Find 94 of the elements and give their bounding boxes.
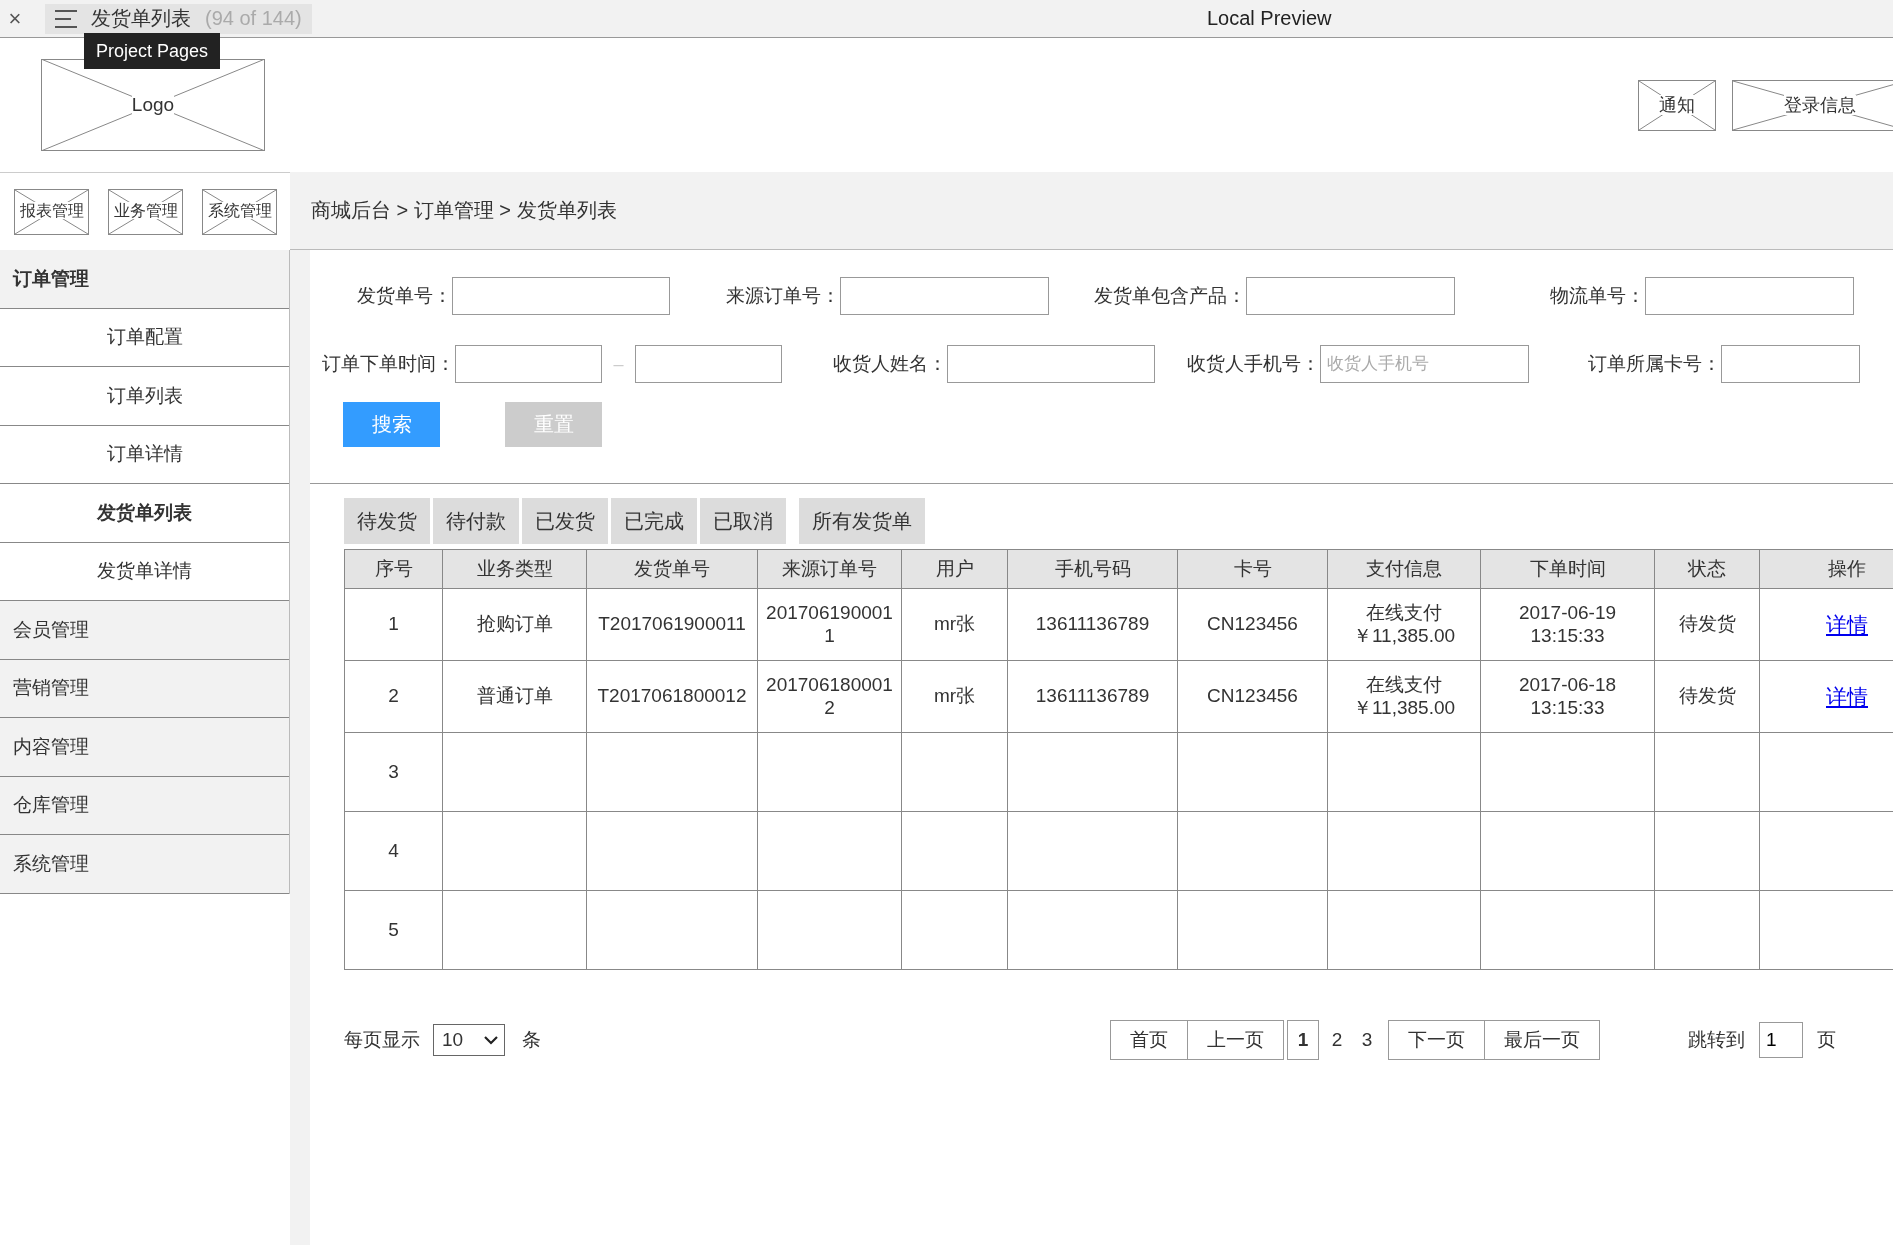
date-field[interactable] [455,345,602,383]
table-cell: CN123456 [1207,685,1298,707]
date-field[interactable] [635,345,782,383]
filter-label: 收货人姓名： [832,352,947,376]
breadcrumb: 商城后台 > 订单管理 > 发货单列表 [311,198,617,223]
page-unit: 页 [1817,1028,1836,1052]
sidebar-group[interactable]: 会员管理 [0,601,289,660]
sidebar-group[interactable]: 营销管理 [0,659,289,718]
column-header: 序号 [344,549,443,589]
status-tab[interactable]: 待付款 [433,498,519,544]
menu-icon[interactable] [55,8,77,29]
column-header: 业务类型 [442,549,587,589]
column-header: 支付信息 [1327,549,1481,589]
table-cell: 1 [388,613,399,635]
table-cell: mr张 [933,685,976,707]
close-icon[interactable]: × [0,5,30,32]
jump-label: 跳转到 [1688,1028,1745,1052]
per-page-unit: 条 [522,1028,541,1052]
filter-label: 订单下单时间： [322,352,455,376]
filter-label: 发货单包含产品： [1093,284,1246,308]
status-tab[interactable]: 已发货 [522,498,608,544]
input-field[interactable] [1246,277,1455,315]
status-tab[interactable]: 所有发货单 [799,498,925,544]
column-header: 操作 [1759,549,1893,589]
column-header: 卡号 [1177,549,1328,589]
table-cell: T2017061800012 [597,685,747,707]
filter-label: 订单所属卡号： [1587,352,1721,376]
tooltip: Project Pages [84,33,221,69]
sidebar-group[interactable]: 仓库管理 [0,776,289,835]
column-header: 手机号码 [1007,549,1178,589]
table-cell-text: ￥11,385.00 [1351,696,1457,720]
detail-link[interactable]: 详情 [1826,684,1868,708]
table-cell: 13611136789 [1035,613,1150,635]
table-cell: 2 [388,685,399,707]
table-cell: 待发货 [1678,613,1736,635]
table-cell: T2017061900011 [598,613,746,635]
table-cell-text: 在线支付 [1365,673,1443,697]
filter-label: 收货人手机号： [1186,352,1320,376]
sidebar-group[interactable]: 订单管理 [0,250,289,309]
chevron-down-icon [484,1035,498,1045]
input-field[interactable] [452,277,670,315]
status-tab[interactable]: 已完成 [611,498,697,544]
table-cell: 5 [388,918,399,940]
jump-page-field[interactable]: 1 [1759,1022,1803,1058]
nav-button[interactable]: 系统管理 [202,188,277,235]
status-tab[interactable]: 待发货 [344,498,430,544]
column-header: 状态 [1654,549,1760,589]
table-cell-text: ￥11,385.00 [1351,624,1457,648]
table-cell: 2017-06-19 13:15:33 [1518,601,1617,646]
page-number[interactable]: 1 [1287,1020,1319,1060]
filter-label: 来源订单号： [725,284,840,308]
table-cell: CN123456 [1207,613,1298,635]
next-page-button[interactable]: 下一页 [1388,1020,1485,1060]
table-cell: 13611136789 [1035,685,1150,707]
table-cell: mr张 [933,613,976,635]
nav-button[interactable]: 报表管理 [14,188,89,235]
column-header: 下单时间 [1480,549,1655,589]
first-page-button[interactable]: 首页 [1110,1020,1188,1060]
input-field[interactable] [840,277,1049,315]
input-field[interactable] [947,345,1155,383]
table-cell: 2017-06-18 13:15:33 [1518,673,1617,718]
column-header: 发货单号 [586,549,758,589]
page-tab[interactable]: 发货单列表 (94 of 144) [45,3,312,34]
sidebar-group[interactable]: 系统管理 [0,835,289,894]
notification-button[interactable]: 通知 [1638,79,1716,131]
table-cell: 2017061800012 [766,673,893,718]
per-page-label: 每页显示 [344,1028,420,1052]
logo-text: Logo [131,94,175,116]
detail-link[interactable]: 详情 [1826,612,1868,636]
column-header: 来源订单号 [757,549,902,589]
column-header: 用户 [901,549,1008,589]
page-count: (94 of 144) [205,7,302,30]
table-cell: 3 [388,760,399,782]
filter-label: 物流单号： [1549,284,1645,308]
prev-page-button[interactable]: 上一页 [1187,1020,1284,1060]
nav-button[interactable]: 业务管理 [108,188,183,235]
per-page-select[interactable]: 10 [433,1024,505,1056]
last-page-button[interactable]: 最后一页 [1484,1020,1600,1060]
login-info-button[interactable]: 登录信息 [1732,79,1893,131]
input-field[interactable] [1645,277,1854,315]
input-field[interactable]: 收货人手机号 [1320,345,1529,383]
table-cell: 抢购订单 [476,613,553,635]
sidebar-group[interactable]: 内容管理 [0,718,289,777]
window-title: Local Preview [1207,7,1332,30]
table-cell: 普通订单 [476,685,553,707]
table-cell: 2017061900011 [766,601,893,646]
input-field[interactable] [1721,345,1860,383]
table-cell: 待发货 [1678,685,1736,707]
range-separator: – [612,353,625,375]
status-tab[interactable]: 已取消 [700,498,786,544]
table-cell: 4 [388,839,399,861]
filter-label: 发货单号： [356,284,452,308]
tab-title: 发货单列表 [91,6,191,31]
table-cell-text: 在线支付 [1365,601,1443,625]
